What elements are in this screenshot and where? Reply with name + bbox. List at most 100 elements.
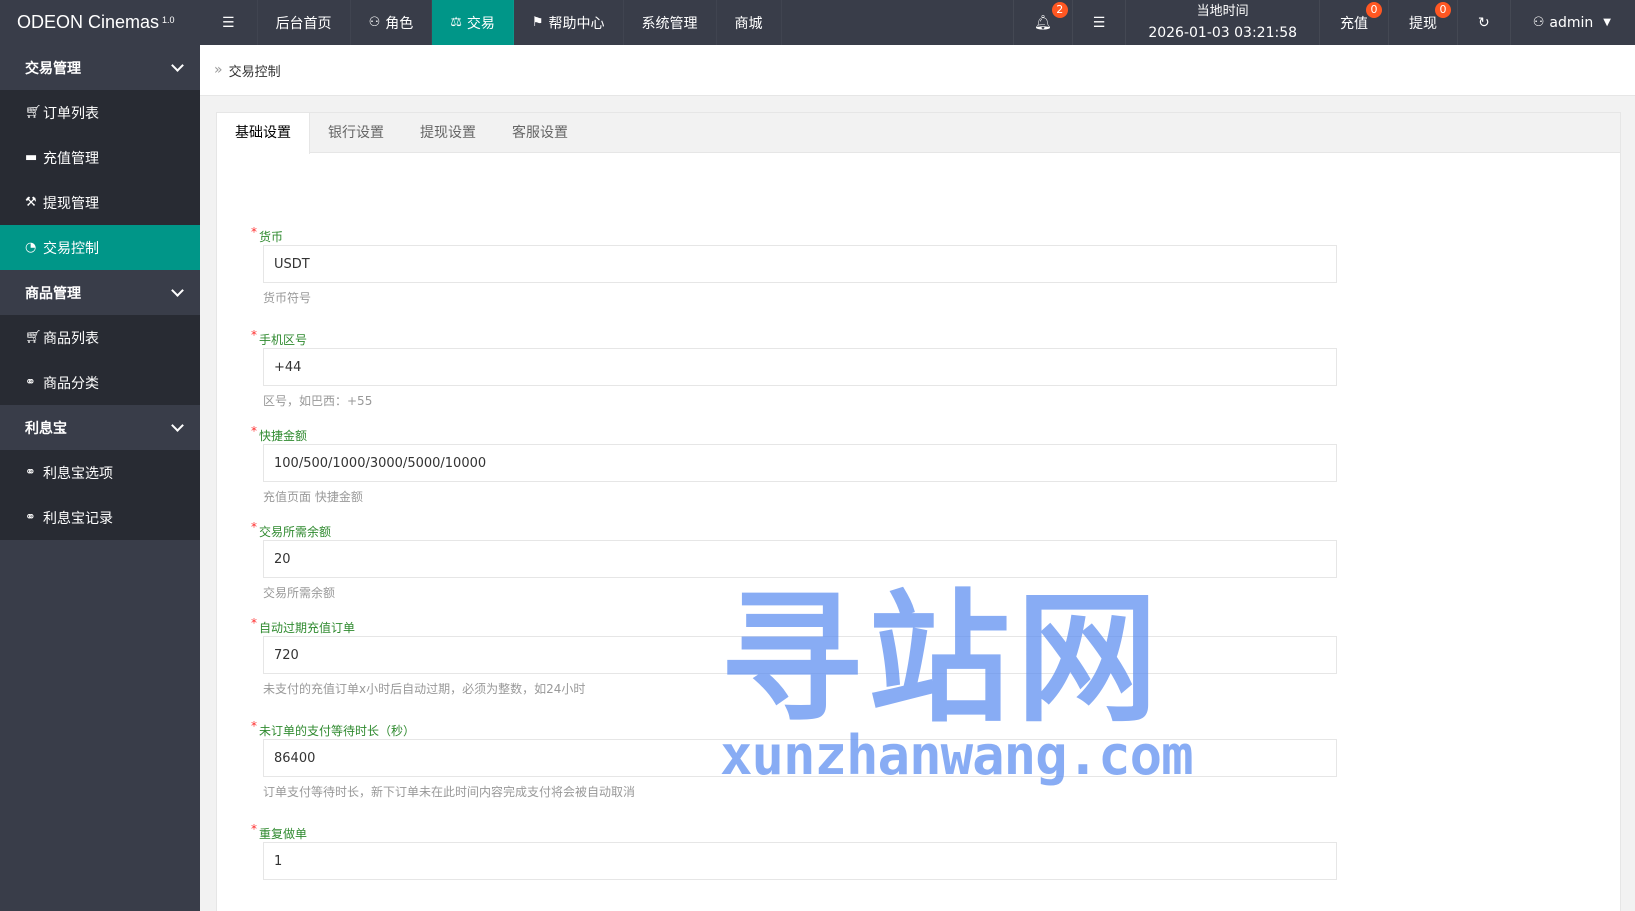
tab-bank[interactable]: 银行设置 bbox=[310, 113, 402, 152]
brand-logo: ODEON Cinemas 1.0 bbox=[0, 0, 200, 45]
notification-button[interactable]: 🔔︎ 2 bbox=[1012, 0, 1072, 45]
auto-expire-input[interactable]: 720 bbox=[263, 636, 1337, 674]
field-phone-code: * 手机区号 +44 区号，如巴西：+55 bbox=[251, 326, 1395, 414]
field-label: * 货币 bbox=[251, 225, 284, 244]
field-label: * 快捷金额 bbox=[251, 424, 308, 443]
recharge-label: 充值 bbox=[1340, 15, 1369, 32]
gavel-icon: ⚒ bbox=[25, 195, 37, 210]
sidebar-item-interest-options[interactable]: ⚭ 利息宝选项 bbox=[0, 450, 200, 495]
chevron-down-icon bbox=[171, 419, 184, 432]
settings-form: * 货币 USDT 货币符号 * 手机区号 +44 区号，如巴西：+55 * 快捷金额… bbox=[251, 223, 1395, 880]
field-help: 交易所需余额 bbox=[263, 585, 336, 600]
recharge-badge: 0 bbox=[1366, 2, 1383, 18]
currency-input[interactable]: USDT bbox=[263, 245, 1337, 283]
nav-mall[interactable]: 商城 bbox=[717, 0, 782, 45]
sidebar-item-trade-control[interactable]: ◔ 交易控制 bbox=[0, 225, 200, 270]
nav-home[interactable]: 后台首页 bbox=[258, 0, 351, 45]
required-mark: * bbox=[251, 616, 257, 630]
brand-version: 1.0 bbox=[162, 14, 175, 25]
sidebar-group-label: 交易管理 bbox=[25, 60, 81, 77]
sidebar-item-label: 交易控制 bbox=[43, 240, 99, 257]
nav-role[interactable]: ⚇ 角色 bbox=[351, 0, 433, 45]
balance-icon: ⚖ bbox=[450, 15, 462, 30]
quick-amount-input[interactable]: 100/500/1000/3000/5000/10000 bbox=[263, 444, 1337, 482]
sidebar-item-label: 充值管理 bbox=[43, 150, 99, 167]
nav-help[interactable]: ⚑ 帮助中心 bbox=[514, 0, 624, 45]
nav-mall-label: 商城 bbox=[734, 15, 763, 32]
chevron-down-icon bbox=[171, 284, 184, 297]
sidebar-item-label: 利息宝选项 bbox=[43, 465, 113, 482]
required-mark: * bbox=[251, 225, 257, 239]
chevron-down-icon: ▼ bbox=[1603, 17, 1611, 28]
user-name: admin bbox=[1549, 14, 1594, 31]
refresh-button[interactable]: ↻ bbox=[1457, 0, 1510, 45]
field-auto-expire: * 自动过期充值订单 720 未支付的充值订单x小时后自动过期，必须为整数，如24… bbox=[251, 614, 1395, 702]
sidebar-item-label: 商品列表 bbox=[43, 330, 99, 347]
sidebar-group-goods[interactable]: 商品管理 bbox=[0, 270, 200, 315]
field-help: 未支付的充值订单x小时后自动过期，必须为整数，如24小时 bbox=[263, 681, 586, 696]
required-balance-input[interactable]: 20 bbox=[263, 540, 1337, 578]
field-help: 区号，如巴西：+55 bbox=[263, 393, 373, 408]
user-menu[interactable]: ⚇ admin ▼ bbox=[1509, 0, 1635, 45]
sidebar-item-label: 商品分类 bbox=[43, 375, 99, 392]
nav-trade[interactable]: ⚖ 交易 bbox=[432, 0, 514, 45]
dashboard-icon: ◔ bbox=[25, 240, 37, 255]
sidebar-item-goods-list[interactable]: 🛒︎ 商品列表 bbox=[0, 315, 200, 360]
sidebar-item-interest-records[interactable]: ⚭ 利息宝记录 bbox=[0, 495, 200, 540]
required-mark: * bbox=[251, 719, 257, 733]
field-label: * 未订单的支付等待时长（秒） bbox=[251, 719, 416, 738]
cart-icon: 🛒︎ bbox=[25, 105, 42, 120]
user-icon: ⚇ bbox=[1532, 15, 1545, 30]
nav-system-label: 系统管理 bbox=[641, 15, 698, 32]
field-required-balance: * 交易所需余额 20 交易所需余额 bbox=[251, 518, 1395, 606]
tab-withdraw[interactable]: 提现设置 bbox=[402, 113, 494, 152]
sidebar-item-recharge[interactable]: ▬ 充值管理 bbox=[0, 135, 200, 180]
sidebar-group-trade[interactable]: 交易管理 bbox=[0, 45, 200, 90]
sidebar-item-withdraw[interactable]: ⚒ 提现管理 bbox=[0, 180, 200, 225]
sidebar-group-label: 利息宝 bbox=[25, 420, 67, 437]
field-label: * 手机区号 bbox=[251, 328, 308, 347]
cart-icon: 🛒︎ bbox=[25, 330, 42, 345]
nav-help-label: 帮助中心 bbox=[548, 15, 605, 32]
brand-name: ODEON Cinemas bbox=[17, 12, 160, 32]
required-mark: * bbox=[251, 520, 257, 534]
field-currency: * 货币 USDT 货币符号 bbox=[251, 223, 1395, 311]
sidebar-item-label: 订单列表 bbox=[43, 105, 99, 122]
top-header: ODEON Cinemas 1.0 ☰ 后台首页 ⚇ 角色 ⚖ 交易 ⚑ 帮助中心 系统… bbox=[0, 0, 1635, 45]
link-icon: ⚭ bbox=[25, 465, 36, 480]
user-icon: ⚇ bbox=[368, 15, 381, 30]
field-label: * 交易所需余额 bbox=[251, 520, 332, 539]
tab-customer-service[interactable]: 客服设置 bbox=[494, 113, 586, 152]
local-time: 当地时间 2026-01-03 03:21:58 bbox=[1125, 0, 1319, 45]
payment-wait-input[interactable]: 86400 bbox=[263, 739, 1337, 777]
tab-basic[interactable]: 基础设置 bbox=[217, 113, 310, 154]
list-icon: ☰ bbox=[1092, 14, 1106, 31]
withdraw-badge: 0 bbox=[1435, 2, 1452, 18]
withdraw-button[interactable]: 提现 0 bbox=[1388, 0, 1457, 45]
field-label: * 自动过期充值订单 bbox=[251, 616, 356, 635]
sidebar-item-label: 提现管理 bbox=[43, 195, 99, 212]
field-quick-amount: * 快捷金额 100/500/1000/3000/5000/10000 充值页面 … bbox=[251, 422, 1395, 510]
refresh-icon: ↻ bbox=[1478, 14, 1490, 31]
sidebar-group-interest[interactable]: 利息宝 bbox=[0, 405, 200, 450]
sidebar-item-goods-category[interactable]: ⚭ 商品分类 bbox=[0, 360, 200, 405]
breadcrumb-current: 交易控制 bbox=[228, 64, 281, 80]
required-mark: * bbox=[251, 328, 257, 342]
nav-system[interactable]: 系统管理 bbox=[624, 0, 717, 45]
menu-list-button[interactable]: ☰ bbox=[1071, 0, 1126, 45]
flag-icon: ⚑ bbox=[531, 15, 544, 30]
recharge-button[interactable]: 充值 0 bbox=[1319, 0, 1388, 45]
chevron-down-icon bbox=[171, 59, 184, 72]
field-help: 订单支付等待时长，新下订单未在此时间内容完成支付将会被自动取消 bbox=[263, 784, 636, 799]
settings-card: 基础设置 银行设置 提现设置 客服设置 * 货币 USDT 货币符号 * 手机区号 … bbox=[216, 112, 1621, 911]
field-help: 货币符号 bbox=[263, 290, 312, 305]
sidebar-item-orders[interactable]: 🛒︎ 订单列表 bbox=[0, 90, 200, 135]
menu-toggle-button[interactable]: ☰ bbox=[200, 0, 258, 45]
repeat-order-input[interactable]: 1 bbox=[263, 842, 1337, 880]
monitor-icon: ▬ bbox=[25, 150, 38, 165]
menu-icon: ☰ bbox=[222, 14, 235, 31]
field-payment-wait: * 未订单的支付等待时长（秒） 86400 订单支付等待时长，新下订单未在此时间内… bbox=[251, 717, 1395, 805]
required-mark: * bbox=[251, 424, 257, 438]
phone-code-input[interactable]: +44 bbox=[263, 348, 1337, 386]
sidebar: 交易管理 🛒︎ 订单列表 ▬ 充值管理 ⚒ 提现管理 ◔ 交易控制 商品管理 🛒︎ 商品列… bbox=[0, 45, 200, 911]
